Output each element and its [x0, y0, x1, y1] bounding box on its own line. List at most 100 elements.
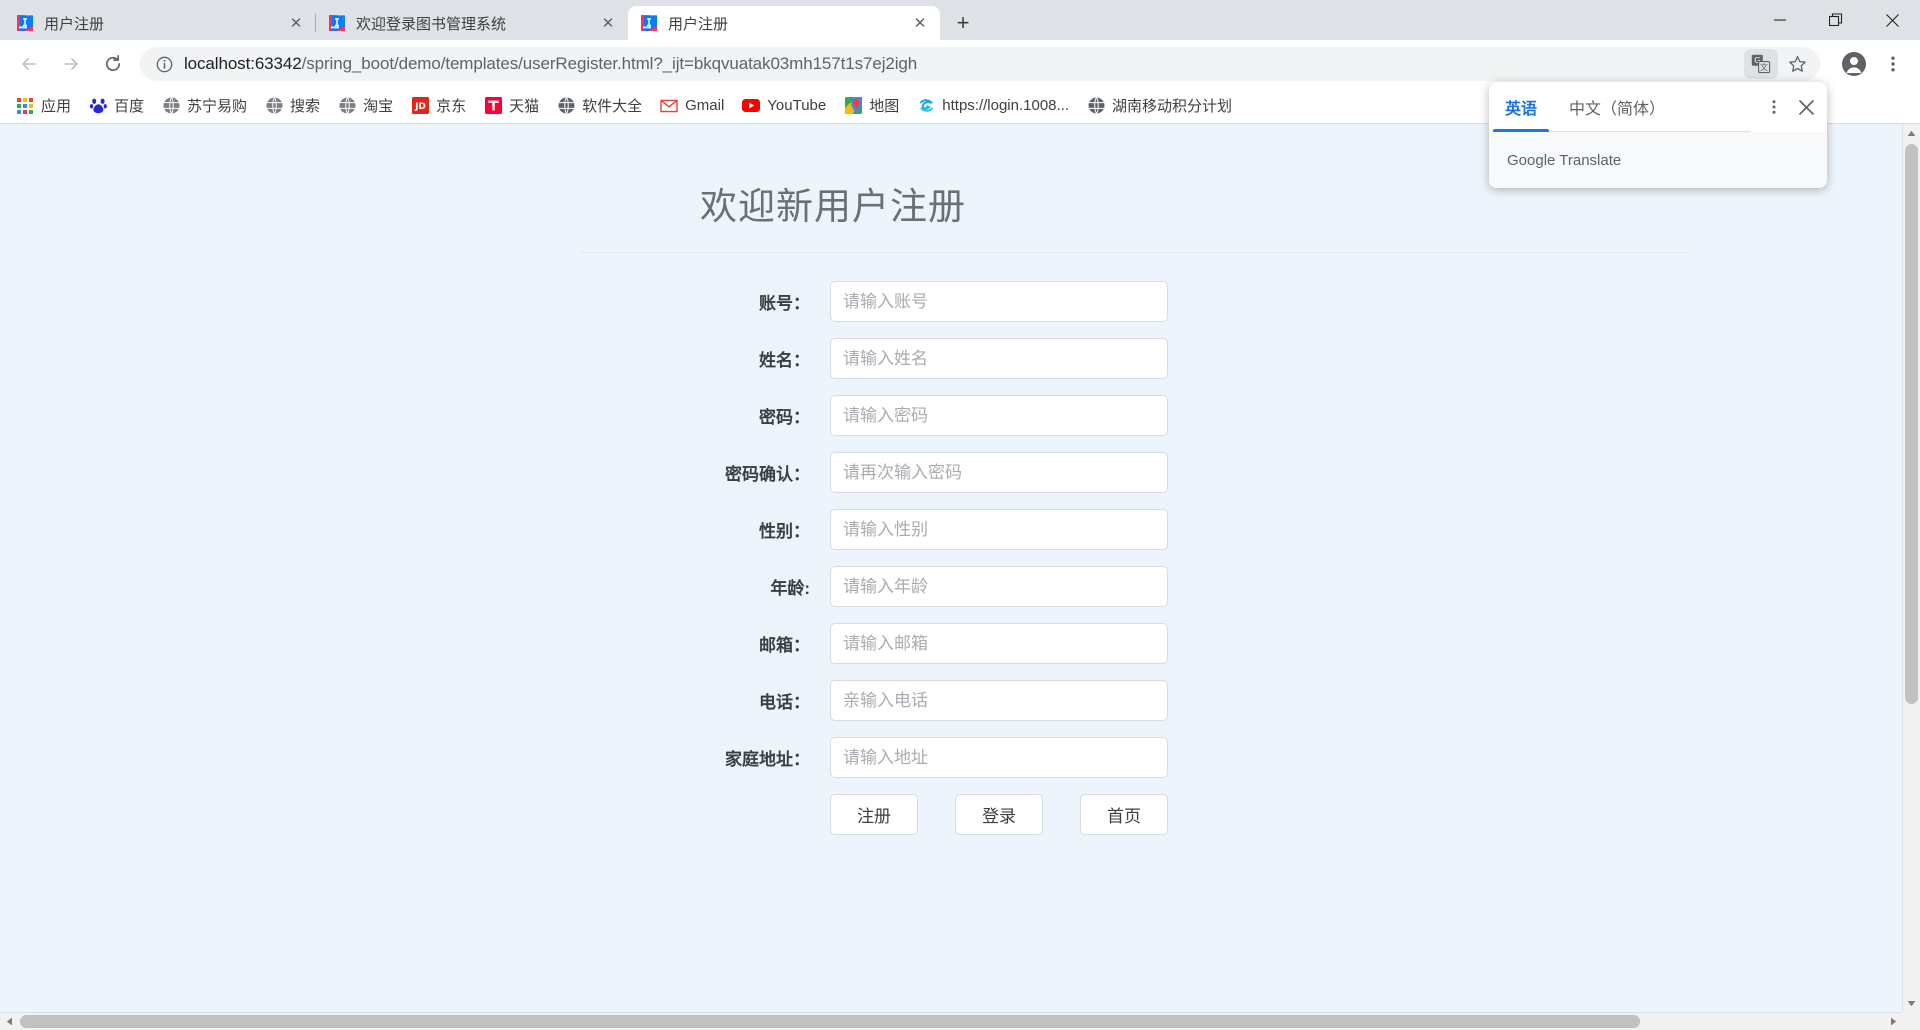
scroll-right-arrow-icon[interactable]: [1884, 1013, 1902, 1030]
browser-tab-3-active[interactable]: 用户注册 ✕: [628, 6, 940, 40]
scroll-up-arrow-icon[interactable]: [1903, 124, 1920, 142]
form-row-address: 家庭地址：: [700, 737, 1902, 778]
bookmark-suning[interactable]: 苏宁易购: [154, 91, 255, 120]
tab-strip: 用户注册 ✕ 欢迎登录图书管理系统 ✕ 用户注册 ✕ +: [0, 0, 1920, 40]
star-icon[interactable]: [1780, 49, 1814, 79]
bookmark-label: 应用: [41, 98, 72, 115]
close-icon[interactable]: [1791, 92, 1821, 122]
form-row-password: 密码：: [700, 395, 1902, 436]
bookmark-label: YouTube: [767, 97, 827, 114]
bookmark-label: 地图: [869, 98, 900, 115]
password-input[interactable]: [830, 395, 1168, 436]
new-tab-button[interactable]: +: [946, 6, 980, 40]
gmail-icon: [660, 97, 678, 115]
intellij-icon: [328, 14, 346, 32]
swirl-icon: [917, 97, 935, 115]
tab-title: 用户注册: [44, 15, 105, 33]
intellij-icon: [640, 14, 658, 32]
tmall-icon: [484, 97, 502, 115]
translate-popup-tabs: 英语 中文（简体）: [1489, 82, 1827, 132]
scroll-left-arrow-icon[interactable]: [0, 1013, 18, 1030]
translate-tab-english[interactable]: 英语: [1489, 82, 1553, 132]
apps-grid-icon: [16, 97, 34, 115]
page-info-icon[interactable]: [154, 54, 174, 74]
globe-icon: [1087, 97, 1105, 115]
bookmark-label: 淘宝: [363, 98, 394, 115]
kebab-menu-icon[interactable]: [1876, 44, 1910, 84]
reload-icon[interactable]: [95, 46, 131, 82]
page-viewport: 欢迎新用户注册 账号： 姓名： 密码： 密码确认：: [0, 124, 1920, 1030]
close-icon[interactable]: [1864, 0, 1920, 40]
form-row-password-confirm: 密码确认：: [700, 452, 1902, 493]
back-arrow-icon[interactable]: [11, 46, 47, 82]
name-input[interactable]: [830, 338, 1168, 379]
intellij-icon: [16, 14, 34, 32]
baidu-icon: [89, 97, 107, 115]
bookmark-apps[interactable]: 应用: [8, 91, 79, 120]
scroll-down-arrow-icon[interactable]: [1903, 994, 1920, 1012]
phone-input[interactable]: [830, 680, 1168, 721]
home-button[interactable]: 首页: [1080, 794, 1168, 835]
horizontal-scrollbar[interactable]: [0, 1012, 1920, 1030]
bookmark-youtube[interactable]: YouTube: [734, 93, 834, 119]
bookmark-label: 百度: [114, 98, 145, 115]
horizontal-scroll-thumb[interactable]: [20, 1015, 1640, 1028]
window-controls: [1752, 0, 1920, 40]
address-bar[interactable]: localhost:63342/spring_boot/demo/templat…: [140, 47, 1820, 81]
login-button[interactable]: 登录: [955, 794, 1043, 835]
account-input[interactable]: [830, 281, 1168, 322]
bookmark-tmall[interactable]: 天猫: [476, 91, 547, 120]
register-content: 欢迎新用户注册 账号： 姓名： 密码： 密码确认：: [0, 124, 1902, 835]
maximize-icon[interactable]: [1808, 0, 1864, 40]
bookmark-login-1008[interactable]: https://login.1008...: [909, 93, 1077, 119]
forward-arrow-icon[interactable]: [53, 46, 89, 82]
svg-text:文: 文: [1760, 62, 1768, 72]
svg-text:JD: JD: [414, 102, 426, 112]
translate-icon[interactable]: G 文: [1744, 49, 1778, 79]
email-input[interactable]: [830, 623, 1168, 664]
bookmark-search[interactable]: 搜索: [257, 91, 328, 120]
vertical-scroll-thumb[interactable]: [1905, 144, 1918, 704]
globe-icon: [557, 97, 575, 115]
browser-tab-2[interactable]: 欢迎登录图书管理系统 ✕: [316, 6, 628, 40]
form-row-gender: 性别：: [700, 509, 1902, 550]
maps-icon: [844, 97, 862, 115]
form-row-age: 年龄:: [700, 566, 1902, 607]
tab-close-button[interactable]: ✕: [910, 13, 930, 33]
browser-toolbar: localhost:63342/spring_boot/demo/templat…: [0, 40, 1920, 88]
phone-label: 电话：: [759, 693, 810, 712]
minimize-icon[interactable]: [1752, 0, 1808, 40]
password-confirm-input[interactable]: [830, 452, 1168, 493]
tab-close-button[interactable]: ✕: [286, 13, 306, 33]
tab-title: 欢迎登录图书管理系统: [356, 15, 507, 33]
form-row-name: 姓名：: [700, 338, 1902, 379]
bookmark-label: 天猫: [509, 98, 540, 115]
address-bar-url: localhost:63342/spring_boot/demo/templat…: [184, 54, 1744, 74]
bookmark-taobao[interactable]: 淘宝: [330, 91, 401, 120]
age-input[interactable]: [830, 566, 1168, 607]
browser-tab-1[interactable]: 用户注册 ✕: [4, 6, 316, 40]
register-form: 账号： 姓名： 密码： 密码确认： 性别：: [700, 281, 1902, 835]
password-confirm-label: 密码确认：: [725, 465, 810, 484]
bookmark-gmail[interactable]: Gmail: [652, 93, 732, 119]
tab-close-button[interactable]: ✕: [598, 13, 618, 33]
translate-tab-chinese[interactable]: 中文（简体）: [1553, 82, 1681, 132]
avatar-icon[interactable]: [1834, 44, 1874, 84]
bookmark-label: https://login.1008...: [942, 97, 1070, 114]
globe-icon: [265, 97, 283, 115]
kebab-menu-icon[interactable]: [1759, 92, 1789, 122]
vertical-scrollbar[interactable]: [1902, 124, 1920, 1012]
gender-input[interactable]: [830, 509, 1168, 550]
form-row-email: 邮箱：: [700, 623, 1902, 664]
register-button[interactable]: 注册: [830, 794, 918, 835]
bookmark-label: 软件大全: [582, 98, 643, 115]
bookmark-software[interactable]: 软件大全: [549, 91, 650, 120]
bookmark-hunan-mobile[interactable]: 湖南移动积分计划: [1079, 91, 1240, 120]
address-input[interactable]: [830, 737, 1168, 778]
bookmark-jd[interactable]: JD 京东: [403, 91, 474, 120]
scrollbar-corner: [1902, 1012, 1920, 1030]
bookmark-label: 湖南移动积分计划: [1112, 98, 1233, 115]
bookmark-baidu[interactable]: 百度: [81, 91, 152, 120]
url-path: /spring_boot/demo/templates/userRegister…: [301, 54, 918, 73]
bookmark-maps[interactable]: 地图: [836, 91, 907, 120]
